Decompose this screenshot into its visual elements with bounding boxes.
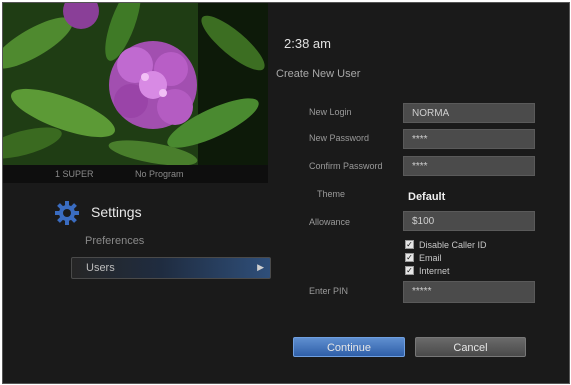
new-login-input[interactable]: NORMA (403, 103, 535, 123)
continue-button[interactable]: Continue (293, 337, 405, 357)
disable-caller-id-label: Disable Caller ID (419, 240, 487, 250)
enter-pin-input[interactable]: ***** (403, 281, 535, 303)
settings-header: Settings (55, 201, 195, 225)
form-title: Create New User (276, 68, 361, 80)
allowance-label: Allowance (309, 217, 351, 227)
live-tv-preview (3, 3, 268, 165)
menu-item-users[interactable]: Users ▶ (71, 257, 271, 279)
internet-label: Internet (419, 266, 450, 276)
channel-label: 1 SUPER (55, 169, 94, 179)
clock: 2:38 am (284, 36, 331, 51)
menu-item-users-label: Users (86, 262, 115, 274)
disable-caller-id-checkbox[interactable]: ✓ (405, 240, 414, 249)
menu-item-preferences[interactable]: Preferences (85, 235, 144, 247)
internet-checkbox[interactable]: ✓ (405, 266, 414, 275)
new-password-input[interactable]: **** (403, 129, 535, 149)
new-password-label: New Password (309, 133, 370, 143)
allowance-input[interactable]: $100 (403, 211, 535, 231)
gear-icon (55, 201, 79, 230)
theme-value[interactable]: Default (408, 191, 445, 203)
settings-title: Settings (91, 204, 142, 220)
cancel-button[interactable]: Cancel (415, 337, 526, 357)
preview-info-bar: 1 SUPER No Program (3, 165, 268, 183)
new-login-label: New Login (309, 107, 352, 117)
confirm-password-input[interactable]: **** (403, 156, 535, 176)
confirm-password-label: Confirm Password (309, 161, 383, 171)
enter-pin-label: Enter PIN (309, 286, 349, 296)
chevron-right-icon: ▶ (257, 262, 264, 272)
program-label: No Program (135, 169, 184, 179)
email-label: Email (419, 253, 442, 263)
email-checkbox[interactable]: ✓ (405, 253, 414, 262)
tv-screen: 1 SUPER No Program Settings Preferences … (2, 2, 570, 384)
theme-label: Theme (317, 189, 346, 199)
